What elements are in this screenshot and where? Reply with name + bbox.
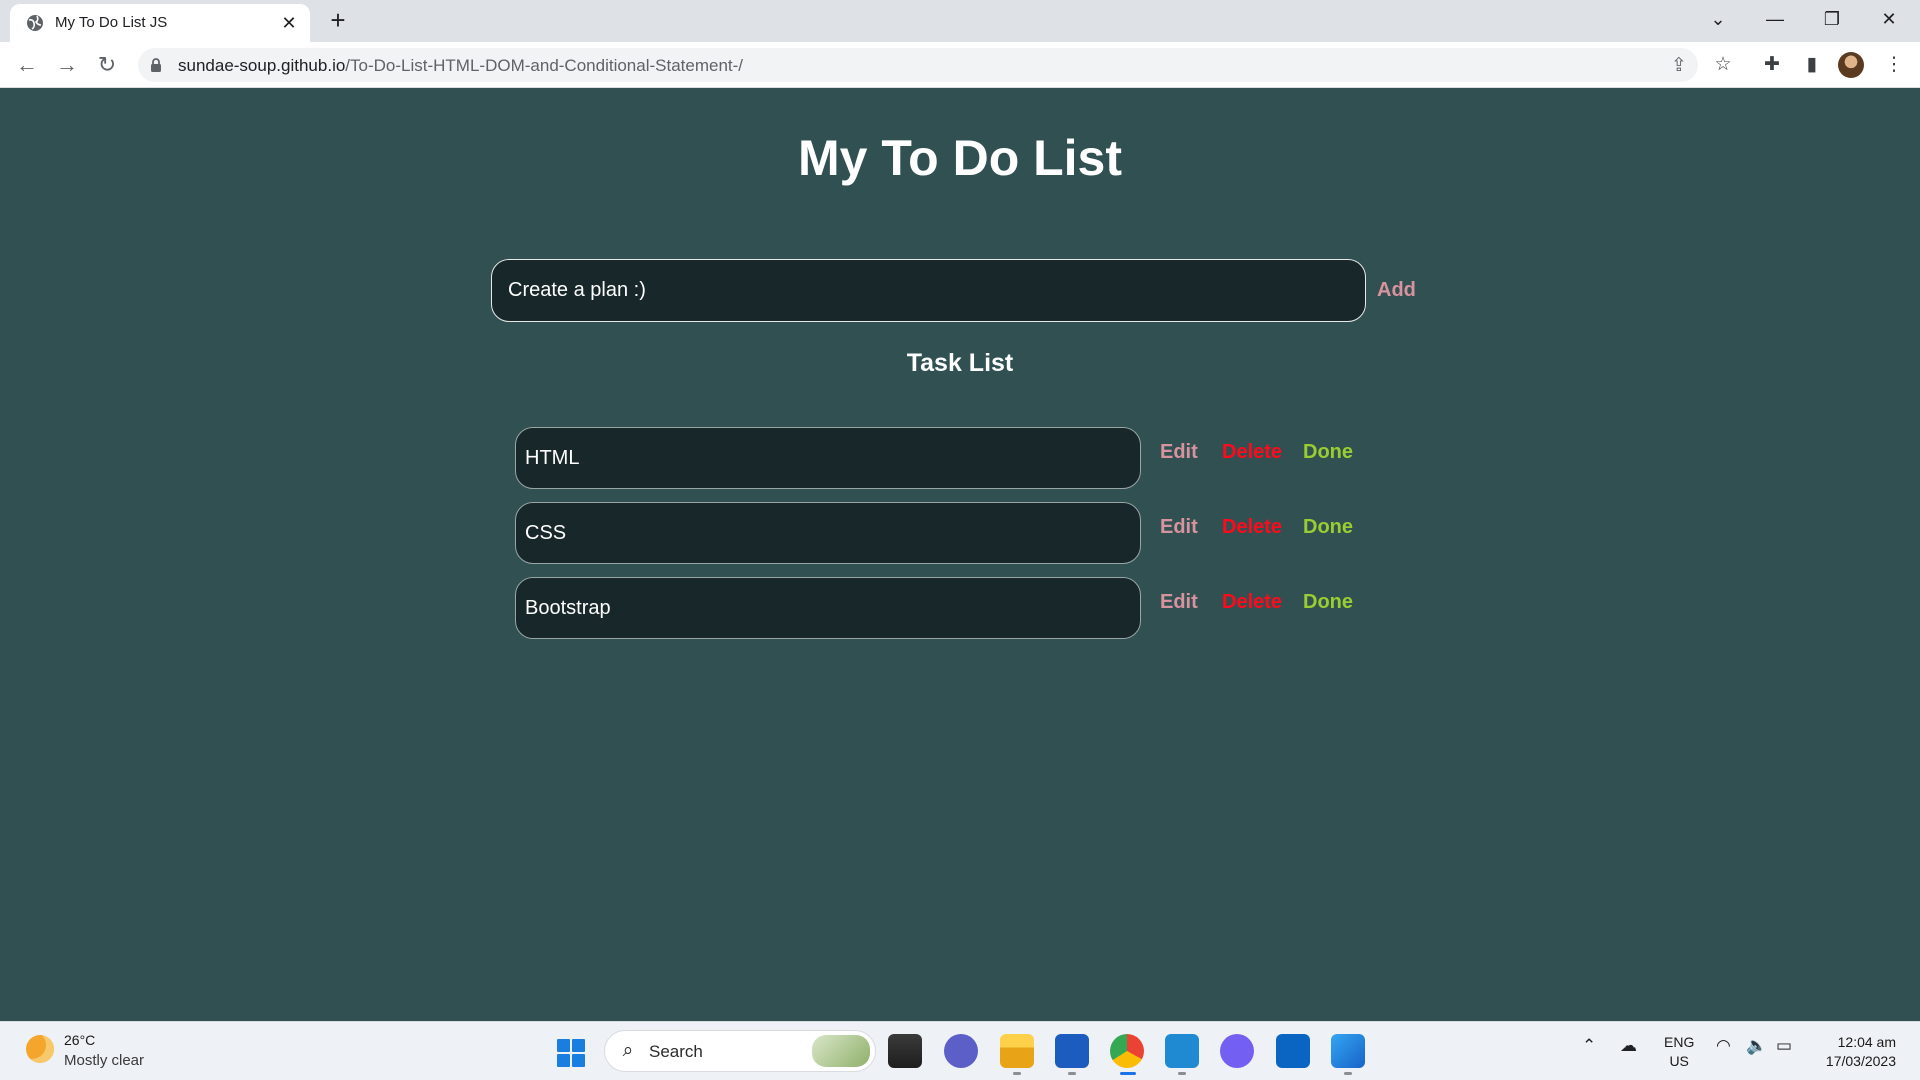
forward-icon[interactable]: → (52, 50, 82, 80)
menu-icon[interactable]: ⋮ (1879, 50, 1909, 80)
avatar[interactable] (1838, 52, 1864, 78)
done-button[interactable]: Done (1303, 441, 1353, 464)
star-icon[interactable]: ☆ (1708, 50, 1738, 80)
region-code: US (1669, 1053, 1689, 1069)
show-hidden-icons-icon[interactable]: ⌃ (1582, 1036, 1596, 1056)
page-content: My To Do List Add Task List Edit Delete … (0, 89, 1920, 1021)
edit-button[interactable]: Edit (1160, 441, 1198, 464)
task-row: Edit Delete Done (515, 577, 1353, 639)
onedrive-cloud-icon[interactable]: ☁ (1620, 1036, 1637, 1056)
vscode-icon[interactable] (1165, 1034, 1199, 1068)
url-host: sundae-soup.github.io (178, 56, 346, 75)
weather-icon[interactable] (26, 1035, 54, 1063)
outlook-icon[interactable] (1276, 1034, 1310, 1068)
task-row: Edit Delete Done (515, 502, 1353, 564)
edit-button[interactable]: Edit (1160, 591, 1198, 614)
close-window-icon[interactable]: ✕ (1866, 4, 1912, 34)
minimize-icon[interactable]: — (1752, 4, 1798, 34)
word-icon[interactable] (1055, 1034, 1089, 1068)
start-icon-pane (572, 1039, 585, 1052)
delete-button[interactable]: Delete (1222, 441, 1282, 464)
new-task-input[interactable] (491, 259, 1366, 322)
photos-icon[interactable] (1331, 1034, 1365, 1068)
clock-time: 12:04 am (1837, 1034, 1896, 1050)
teams-chat-icon[interactable] (944, 1034, 978, 1068)
weather-description[interactable]: Mostly clear (64, 1052, 144, 1069)
browser-toolbar: ← → ↻ sundae-soup.github.io/To-Do-List-H… (0, 42, 1920, 88)
done-button[interactable]: Done (1303, 516, 1353, 539)
task-list-heading: Task List (906, 349, 1014, 377)
clock-date: 17/03/2023 (1825, 1053, 1896, 1069)
start-icon-pane (572, 1054, 585, 1067)
page-title: My To Do List (797, 130, 1123, 186)
tab-search-icon[interactable]: ⌄ (1695, 4, 1741, 34)
running-indicator (1178, 1072, 1186, 1075)
task-row: Edit Delete Done (515, 427, 1353, 489)
search-label: Search (649, 1042, 703, 1061)
task-text[interactable] (515, 427, 1141, 489)
weather-temperature[interactable]: 26°C (64, 1032, 95, 1048)
extensions-icon[interactable]: ✚ (1757, 50, 1787, 80)
browser-tab[interactable]: My To Do List JS ✕ (10, 4, 310, 42)
reload-icon[interactable]: ↻ (92, 50, 122, 80)
language-code: ENG (1664, 1034, 1695, 1050)
tab-bar: My To Do List JS ✕ + ⌄ — ❐ ✕ (0, 0, 1920, 42)
address-bar[interactable]: sundae-soup.github.io/To-Do-List-HTML-DO… (138, 48, 1698, 82)
volume-icon[interactable]: 🔈 (1746, 1036, 1767, 1056)
taskbar-search[interactable]: ⌕ Search (604, 1030, 876, 1072)
language-indicator[interactable]: ENG US (1664, 1033, 1694, 1071)
url-text: sundae-soup.github.io/To-Do-List-HTML-DO… (178, 56, 743, 76)
taskbar: 26°C Mostly clear ⌕ Search ⌃ ☁ ENG US ◠ … (0, 1021, 1920, 1080)
chrome-icon[interactable] (1110, 1034, 1144, 1068)
share-icon[interactable]: ⇪ (1667, 54, 1691, 78)
delete-button[interactable]: Delete (1222, 591, 1282, 614)
lock-icon (151, 58, 161, 72)
viber-icon[interactable] (1220, 1034, 1254, 1068)
restore-icon[interactable]: ❐ (1809, 4, 1855, 34)
edit-button[interactable]: Edit (1160, 516, 1198, 539)
url-path: /To-Do-List-HTML-DOM-and-Conditional-Sta… (345, 56, 744, 75)
battery-icon[interactable]: ▭ (1776, 1036, 1792, 1056)
start-icon-pane (557, 1054, 570, 1067)
start-button[interactable] (557, 1039, 585, 1067)
clock[interactable]: 12:04 am 17/03/2023 (1812, 1033, 1896, 1071)
delete-button[interactable]: Delete (1222, 516, 1282, 539)
new-tab-button[interactable]: + (323, 6, 353, 36)
tab-title: My To Do List JS (55, 14, 168, 31)
add-button[interactable]: Add (1377, 279, 1416, 302)
task-text[interactable] (515, 577, 1141, 639)
done-button[interactable]: Done (1303, 591, 1353, 614)
side-panel-icon[interactable]: ▮ (1797, 50, 1827, 80)
task-text[interactable] (515, 502, 1141, 564)
running-indicator (1344, 1072, 1352, 1075)
globe-icon (27, 15, 43, 31)
close-tab-icon[interactable]: ✕ (276, 10, 302, 36)
running-indicator (1068, 1072, 1076, 1075)
wifi-icon[interactable]: ◠ (1716, 1036, 1731, 1056)
active-indicator (1120, 1072, 1136, 1075)
back-icon[interactable]: ← (12, 50, 42, 80)
search-icon: ⌕ (622, 1040, 634, 1061)
search-highlight-image (812, 1035, 870, 1067)
start-icon-pane (557, 1039, 570, 1052)
running-indicator (1013, 1072, 1021, 1075)
file-explorer-icon[interactable] (888, 1034, 922, 1068)
folder-icon[interactable] (1000, 1034, 1034, 1068)
